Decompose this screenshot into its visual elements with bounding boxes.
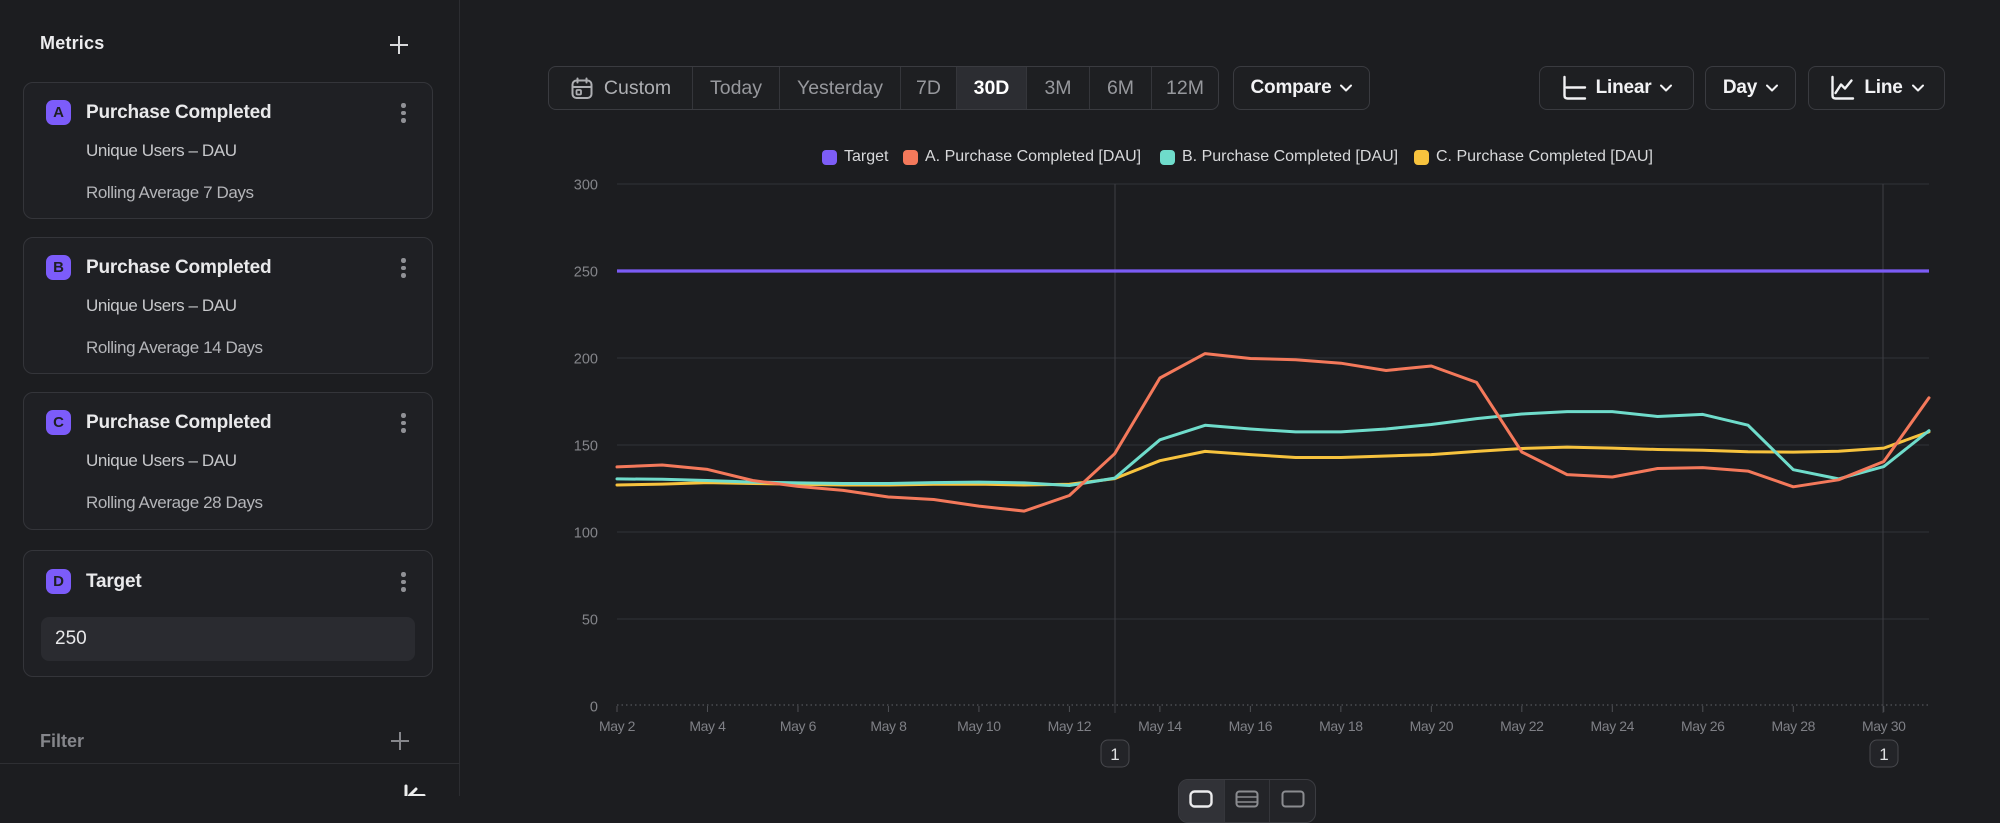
svg-text:100: 100 xyxy=(574,526,598,542)
svg-text:1: 1 xyxy=(1110,745,1119,764)
svg-text:1: 1 xyxy=(1879,745,1888,764)
svg-text:0: 0 xyxy=(590,700,598,716)
svg-text:May 8: May 8 xyxy=(870,718,907,734)
svg-text:150: 150 xyxy=(574,439,598,455)
svg-text:May 16: May 16 xyxy=(1229,718,1273,734)
svg-text:May 18: May 18 xyxy=(1319,718,1363,734)
svg-text:250: 250 xyxy=(574,265,598,281)
svg-text:May 4: May 4 xyxy=(689,718,726,734)
svg-text:May 30: May 30 xyxy=(1862,718,1906,734)
svg-text:May 14: May 14 xyxy=(1138,718,1182,734)
svg-text:May 28: May 28 xyxy=(1772,718,1816,734)
svg-text:May 12: May 12 xyxy=(1048,718,1092,734)
svg-text:May 24: May 24 xyxy=(1591,718,1635,734)
svg-text:300: 300 xyxy=(574,178,598,194)
svg-text:May 2: May 2 xyxy=(599,718,636,734)
svg-text:May 20: May 20 xyxy=(1410,718,1454,734)
svg-text:May 6: May 6 xyxy=(780,718,817,734)
svg-text:50: 50 xyxy=(582,613,598,629)
svg-text:May 26: May 26 xyxy=(1681,718,1725,734)
svg-text:May 10: May 10 xyxy=(957,718,1001,734)
svg-text:200: 200 xyxy=(574,352,598,368)
svg-text:May 22: May 22 xyxy=(1500,718,1544,734)
